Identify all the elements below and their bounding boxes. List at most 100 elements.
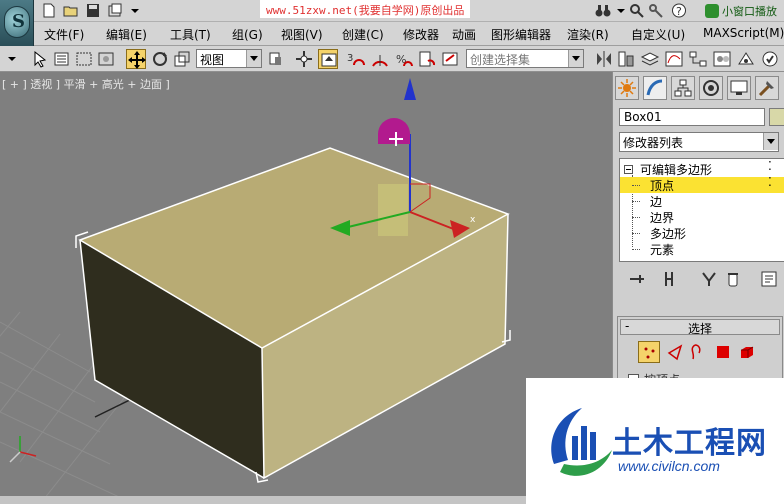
menu-edit[interactable]: 编辑(E) (106, 26, 147, 43)
remove-modifier-icon[interactable] (723, 269, 743, 289)
viewport-label[interactable]: [ + ] 透视 ] 平滑 + 高光 + 边面 ] (2, 76, 170, 92)
stack-item-vertex[interactable]: 顶点 ⁚ (620, 175, 784, 193)
menu-customize[interactable]: 自定义(U) (631, 26, 685, 43)
open-folder-icon[interactable] (62, 2, 80, 19)
watermark-banner: www.51zxw.net(我要自学网)原创出品 (260, 0, 471, 18)
pin-stack-icon[interactable] (627, 269, 647, 289)
create-tab-icon[interactable] (615, 76, 639, 100)
perspective-viewport[interactable]: x [ + ] 透视 ] 平滑 + 高光 + 边面 ] (0, 72, 612, 504)
edge-level-icon[interactable] (664, 341, 686, 363)
schematic-view-icon[interactable] (688, 49, 708, 69)
make-unique-icon[interactable] (699, 269, 719, 289)
menu-maxscript[interactable]: MAXScript(M) (703, 26, 784, 40)
vertex-dots-icon: ⁚ (768, 159, 772, 173)
selection-rollout-header[interactable]: - 选择 (620, 319, 780, 336)
modifier-list-dropdown[interactable]: 修改器列表 (619, 132, 779, 152)
menu-graph-editors[interactable]: 图形编辑器 (491, 26, 551, 43)
mini-window-button[interactable]: 小窗口播放 (702, 2, 781, 20)
gizmo-x-label: x (470, 215, 476, 225)
svg-text:?: ? (676, 5, 682, 18)
save-icon[interactable] (84, 2, 102, 19)
stack-item-border[interactable]: 边界 (620, 209, 784, 225)
align-icon[interactable] (616, 49, 636, 69)
edit-named-selection-icon[interactable] (440, 49, 460, 69)
window-crossing-icon[interactable] (96, 49, 116, 69)
pivot-center-icon[interactable] (266, 49, 286, 69)
stack-item-editable-poly[interactable]: 可编辑多边形 ⁚ (620, 159, 784, 177)
mirror-icon[interactable] (594, 49, 614, 69)
3dsmax-logo-icon (4, 6, 30, 38)
help-icon[interactable]: ? (670, 2, 688, 19)
percent-snap-icon[interactable]: % (394, 49, 414, 69)
material-editor-icon[interactable] (712, 49, 732, 69)
spinner-snap-icon[interactable] (416, 49, 436, 69)
main-toolbar: 视图 3 % 创建选择集 (0, 46, 784, 72)
search-tools-icon[interactable] (628, 2, 646, 19)
reference-coordinate-dropdown[interactable]: 视图 (196, 49, 262, 68)
menu-modifiers[interactable]: 修改器 (403, 26, 439, 43)
stack-item-polygon[interactable]: 多边形 (620, 225, 784, 241)
menu-tools[interactable]: 工具(T) (170, 26, 211, 43)
modify-tab-icon[interactable] (643, 76, 667, 100)
modifier-stack: 可编辑多边形 ⁚ 顶点 ⁚ 边 边界 多边形 元素 (619, 158, 784, 262)
civilcn-logo-url: www.civilcn.com (618, 458, 720, 474)
snap-toggle-icon[interactable]: 3 (346, 49, 366, 69)
render-setup-icon[interactable] (736, 49, 756, 69)
select-manipulate-icon[interactable] (294, 49, 314, 69)
select-object-icon[interactable] (30, 49, 50, 69)
hierarchy-tab-icon[interactable] (671, 76, 695, 100)
select-and-rotate-icon[interactable] (150, 49, 170, 69)
object-color-swatch[interactable] (769, 108, 784, 126)
curve-editor-icon[interactable] (664, 49, 684, 69)
object-name-field[interactable]: Box01 (619, 108, 765, 126)
keyboard-shortcut-override-icon[interactable] (318, 49, 338, 69)
menu-views[interactable]: 视图(V) (281, 26, 323, 43)
vertex-level-icon[interactable] (638, 341, 660, 363)
angle-snap-icon[interactable] (370, 49, 390, 69)
menu-create[interactable]: 创建(C) (342, 26, 384, 43)
configure-modifier-sets-icon[interactable] (759, 269, 779, 289)
stack-item-edge[interactable]: 边 (620, 193, 784, 209)
binoculars-icon[interactable] (594, 2, 612, 19)
layer-manager-icon[interactable] (640, 49, 660, 69)
project-folder-icon[interactable] (106, 2, 124, 19)
border-level-icon[interactable] (686, 341, 708, 363)
quick-render-icon[interactable] (760, 49, 780, 69)
modifier-stack-toolbar (619, 268, 784, 290)
command-panel-tabs (613, 76, 784, 102)
display-tab-icon[interactable] (727, 76, 751, 100)
show-end-result-icon[interactable] (659, 269, 679, 289)
select-and-scale-icon[interactable] (172, 49, 192, 69)
collapse-toggle-icon[interactable] (624, 165, 633, 174)
menu-file[interactable]: 文件(F) (44, 26, 84, 43)
named-selection-dropdown[interactable]: 创建选择集 (466, 49, 584, 68)
chevron-down-icon (568, 50, 583, 67)
collapse-icon: - (625, 319, 630, 333)
menu-rendering[interactable]: 渲染(R) (567, 26, 609, 43)
stack-item-element[interactable]: 元素 (620, 241, 784, 257)
utilities-tab-icon[interactable] (755, 76, 779, 100)
chevron-down-icon[interactable] (2, 49, 16, 69)
menu-group[interactable]: 组(G) (232, 26, 263, 43)
svg-text:3: 3 (347, 53, 353, 64)
chevron-down-icon (246, 50, 261, 67)
motion-tab-icon[interactable] (699, 76, 723, 100)
viewport-scene: x (0, 78, 511, 504)
civilcn-watermark-logo: 土木工程网 www.civilcn.com (526, 378, 784, 504)
civilcn-logo-icon (551, 408, 612, 476)
menu-animation[interactable]: 动画 (452, 26, 476, 43)
select-by-name-icon[interactable] (52, 49, 72, 69)
quick-access-toolbar: www.51zxw.net(我要自学网)原创出品 ? 小窗口播放 (34, 0, 784, 22)
new-file-icon[interactable] (40, 2, 58, 19)
key-icon[interactable] (648, 2, 666, 19)
rectangular-selection-icon[interactable] (74, 49, 94, 69)
app-logo[interactable] (0, 0, 34, 46)
chevron-down-icon[interactable] (612, 2, 625, 19)
window-icon (705, 4, 719, 18)
vertex-dots-icon: ⁚ (768, 175, 772, 189)
time-slider-strip[interactable] (0, 496, 612, 504)
polygon-level-icon[interactable] (712, 341, 734, 363)
select-and-move-icon[interactable] (126, 49, 146, 69)
element-level-icon[interactable] (736, 341, 758, 363)
chevron-down-icon[interactable] (126, 2, 139, 19)
